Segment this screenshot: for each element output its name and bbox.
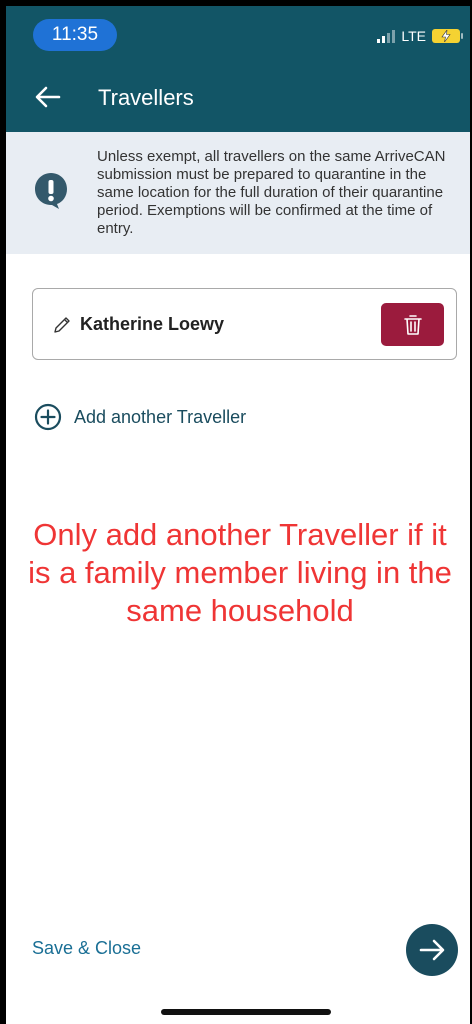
app-screen: 11:35 LTE Travellers Unless exempt, all … — [6, 6, 470, 1024]
traveller-name: Katherine Loewy — [80, 314, 225, 334]
add-traveller-label: Add another Traveller — [74, 406, 247, 427]
network-label: LTE — [401, 28, 426, 44]
arrow-right-icon — [419, 939, 445, 961]
status-time: 11:35 — [33, 19, 117, 51]
info-banner-text: Unless exempt, all travellers on the sam… — [97, 148, 446, 237]
plus-circle-icon — [34, 403, 62, 431]
delete-traveller-button[interactable] — [381, 303, 444, 346]
trash-icon — [403, 314, 422, 335]
device-frame: 11:35 LTE Travellers Unless exempt, all … — [0, 0, 472, 1024]
exclamation-icon — [35, 173, 67, 209]
save-close-link[interactable]: Save & Close — [32, 938, 141, 959]
page-title: Travellers — [98, 85, 194, 110]
arrow-left-icon — [35, 86, 61, 108]
status-indicators: LTE — [377, 26, 463, 46]
top-bar: 11:35 LTE Travellers — [6, 6, 470, 132]
signal-icon — [377, 29, 396, 43]
info-banner: Unless exempt, all travellers on the sam… — [6, 132, 470, 254]
battery-icon — [432, 29, 463, 43]
traveller-card[interactable]: Katherine Loewy — [32, 288, 457, 360]
pencil-icon[interactable] — [52, 315, 72, 335]
add-traveller-button[interactable]: Add another Traveller — [34, 403, 246, 431]
annotation-note: Only add another Traveller if it is a fa… — [28, 517, 452, 628]
back-button[interactable] — [34, 83, 62, 111]
next-button[interactable] — [406, 924, 458, 976]
home-indicator[interactable] — [161, 1009, 331, 1015]
